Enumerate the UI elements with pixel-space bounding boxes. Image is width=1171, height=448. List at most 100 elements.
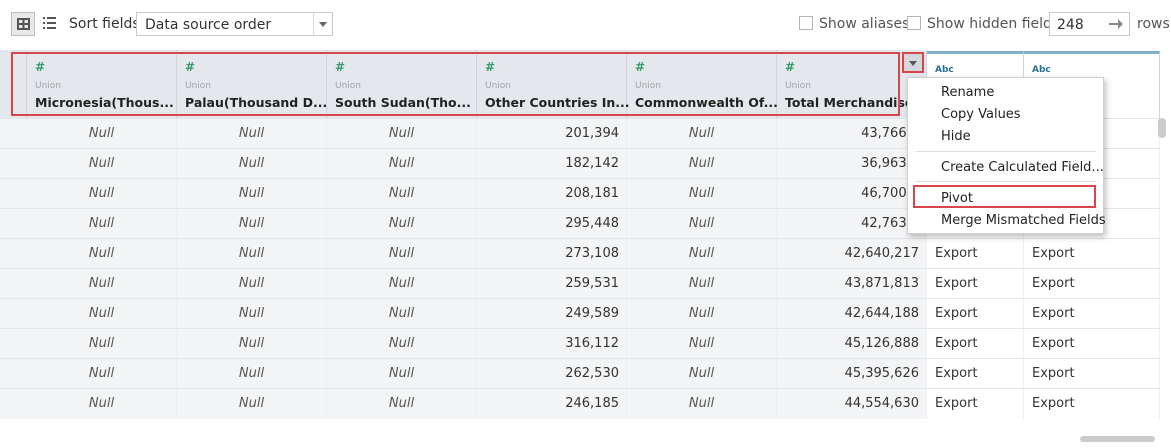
table-cell[interactable]: 45,395,626 (777, 359, 927, 389)
table-cell[interactable]: Null (177, 359, 327, 389)
table-cell[interactable]: Null (327, 209, 477, 239)
table-cell[interactable]: Null (27, 239, 177, 269)
chevron-down-icon[interactable] (313, 13, 332, 35)
show-aliases-label: Show aliases (819, 16, 910, 32)
menu-item-merge-mismatched-fields[interactable]: Merge Mismatched Fields (941, 213, 1106, 228)
table-cell[interactable]: Null (177, 329, 327, 359)
table-cell[interactable]: Null (627, 299, 777, 329)
menu-item-create-calculated-field[interactable]: Create Calculated Field... (941, 160, 1104, 175)
table-cell[interactable]: Null (27, 209, 177, 239)
table-cell[interactable]: 42,644,188 (777, 299, 927, 329)
show-hidden-fields-label: Show hidden fields (927, 16, 1060, 32)
table-cell[interactable]: Null (177, 209, 327, 239)
vertical-scrollbar[interactable] (1158, 118, 1166, 138)
table-cell[interactable]: Export (927, 389, 1024, 419)
table-cell[interactable]: 44,554,630 (777, 389, 927, 419)
table-cell[interactable]: Null (627, 359, 777, 389)
show-hidden-fields-checkbox[interactable] (907, 16, 921, 30)
table-cell[interactable]: Export (927, 239, 1024, 269)
menu-item-copy-values[interactable]: Copy Values (941, 107, 1021, 122)
table-cell[interactable]: Null (177, 269, 327, 299)
table-cell[interactable]: 262,530 (477, 359, 627, 389)
table-cell[interactable]: Null (27, 299, 177, 329)
table-cell[interactable]: Export (927, 329, 1024, 359)
table-cell[interactable]: Null (27, 119, 177, 149)
table-cell[interactable]: Null (327, 269, 477, 299)
table-cell[interactable]: 43,871,813 (777, 269, 927, 299)
table-cell[interactable]: Export (1024, 269, 1160, 299)
table-cell[interactable]: 42,640,217 (777, 239, 927, 269)
table-cell[interactable]: Null (627, 239, 777, 269)
table-cell[interactable]: Null (327, 359, 477, 389)
show-aliases-checkbox[interactable] (799, 16, 813, 30)
table-row: Null Null Null 259,531 Null 43,871,813 Export E… (0, 268, 1160, 299)
table-cell[interactable]: Null (27, 179, 177, 209)
column-menu-button[interactable] (902, 52, 924, 73)
table-cell[interactable]: Export (927, 299, 1024, 329)
table-cell[interactable]: Null (27, 389, 177, 419)
table-cell[interactable]: Export (1024, 239, 1160, 269)
table-cell[interactable]: Null (27, 149, 177, 179)
rows-label: rows (1137, 16, 1170, 32)
table-cell[interactable]: Null (627, 179, 777, 209)
table-cell[interactable]: Export (927, 269, 1024, 299)
table-cell[interactable]: 246,185 (477, 389, 627, 419)
table-cell[interactable]: 42,763,3 (777, 209, 927, 239)
arrow-right-icon[interactable] (1109, 18, 1123, 30)
table-cell[interactable]: 182,142 (477, 149, 627, 179)
table-cell[interactable]: Export (927, 359, 1024, 389)
table-cell[interactable]: Export (1024, 389, 1160, 419)
rows-input[interactable]: 248 (1049, 12, 1130, 36)
table-row: Null Null Null 249,589 Null 42,644,188 Export E… (0, 298, 1160, 329)
table-cell[interactable]: 295,448 (477, 209, 627, 239)
table-cell[interactable]: 36,963,2 (777, 149, 927, 179)
table-cell[interactable]: Export (1024, 299, 1160, 329)
table-cell[interactable]: Null (177, 299, 327, 329)
table-cell[interactable]: 46,700,5 (777, 179, 927, 209)
table-cell[interactable]: Null (627, 209, 777, 239)
table-cell[interactable]: 45,126,888 (777, 329, 927, 359)
string-type-icon: Abc (1032, 65, 1051, 75)
table-cell[interactable]: Null (327, 299, 477, 329)
table-cell[interactable]: Null (177, 389, 327, 419)
table-cell[interactable]: Null (627, 119, 777, 149)
table-cell[interactable]: Export (1024, 359, 1160, 389)
toolbar: Sort fields Data source order Show alias… (0, 0, 1171, 48)
sort-order-value: Data source order (145, 17, 272, 33)
grid-view-icon[interactable] (11, 12, 35, 36)
table-cell[interactable]: 316,112 (477, 329, 627, 359)
table-cell[interactable]: 249,589 (477, 299, 627, 329)
menu-item-rename[interactable]: Rename (941, 85, 994, 100)
table-cell[interactable]: Null (327, 119, 477, 149)
table-cell[interactable]: Null (27, 269, 177, 299)
sort-order-select[interactable]: Data source order (136, 12, 333, 36)
table-cell[interactable]: Null (177, 239, 327, 269)
table-cell[interactable]: Null (177, 119, 327, 149)
table-cell[interactable]: Null (327, 179, 477, 209)
horizontal-scrollbar[interactable] (1080, 436, 1155, 442)
table-row: Null Null Null 246,185 Null 44,554,630 Export E… (0, 388, 1160, 419)
table-cell[interactable]: 273,108 (477, 239, 627, 269)
table-cell[interactable]: Null (27, 329, 177, 359)
table-cell[interactable]: 43,766,7 (777, 119, 927, 149)
table-row: Null Null Null 262,530 Null 45,395,626 Export E… (0, 358, 1160, 389)
table-cell[interactable]: Null (27, 359, 177, 389)
table-cell[interactable]: Null (627, 389, 777, 419)
table-cell[interactable]: Export (1024, 329, 1160, 359)
table-cell[interactable]: Null (177, 179, 327, 209)
table-cell[interactable]: Null (627, 329, 777, 359)
table-cell[interactable]: Null (627, 269, 777, 299)
table-cell[interactable]: Null (627, 149, 777, 179)
table-cell[interactable]: Null (327, 389, 477, 419)
table-cell[interactable]: 208,181 (477, 179, 627, 209)
menu-item-hide[interactable]: Hide (941, 129, 971, 144)
table-cell[interactable]: 259,531 (477, 269, 627, 299)
rows-value: 248 (1057, 17, 1084, 33)
table-cell[interactable]: Null (327, 329, 477, 359)
table-cell[interactable]: Null (177, 149, 327, 179)
menu-divider (916, 151, 1096, 152)
table-cell[interactable]: 201,394 (477, 119, 627, 149)
table-cell[interactable]: Null (327, 239, 477, 269)
list-view-icon[interactable] (38, 12, 62, 36)
table-cell[interactable]: Null (327, 149, 477, 179)
